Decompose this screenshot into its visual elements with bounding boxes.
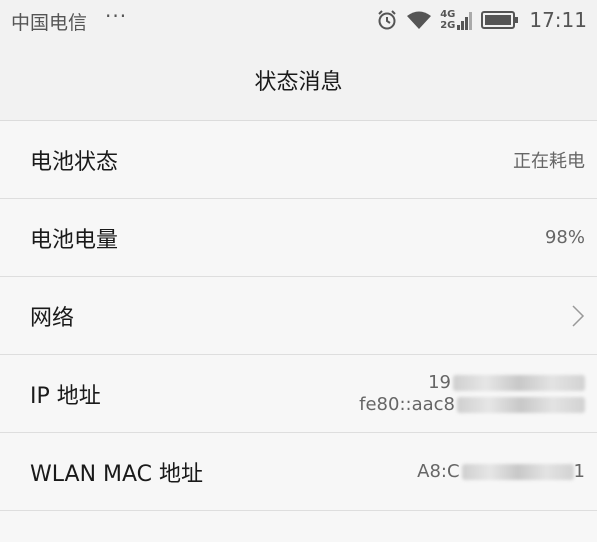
- clock: 17:11: [529, 8, 587, 32]
- row-battery-status: 电池状态 正在耗电: [0, 121, 597, 199]
- redacted-blur: [461, 464, 574, 480]
- ipv4-address-prefix: 19: [428, 371, 451, 393]
- battery-level-value: 98%: [544, 227, 585, 248]
- redacted-blur: [457, 396, 585, 413]
- network-type-2g: 2G: [440, 20, 456, 31]
- redacted-blur: [453, 374, 585, 391]
- wifi-icon: [407, 11, 432, 29]
- ip-address-label: IP 地址: [30, 383, 101, 409]
- battery-status-value: 正在耗电: [513, 150, 585, 172]
- header: 状态消息: [0, 40, 597, 121]
- battery-level-label: 电池电量: [30, 227, 119, 253]
- ip-address-value: 19 fe80::aac8: [359, 372, 585, 416]
- status-list: 电池状态 正在耗电 电池电量 98% 网络 IP 地址 19 fe80::aac…: [0, 121, 597, 511]
- network-label: 网络: [30, 305, 75, 331]
- cellular-signal-icon: 4G 2G: [440, 9, 473, 31]
- row-wlan-mac: WLAN MAC 地址 A8:C 1: [0, 433, 597, 511]
- row-ip-address: IP 地址 19 fe80::aac8: [0, 355, 597, 433]
- status-bar: 中国电信 ··· 4G 2G 17:11: [0, 0, 597, 40]
- ipv6-address-prefix: fe80::aac8: [359, 393, 455, 415]
- battery-icon: [481, 11, 519, 29]
- ipv4-line: 19: [428, 372, 585, 394]
- carrier-name: 中国电信: [11, 12, 88, 34]
- wlan-mac-prefix: A8:C: [417, 461, 460, 482]
- network-type-4g: 4G: [440, 9, 456, 20]
- wlan-mac-label: WLAN MAC 地址: [30, 461, 204, 487]
- more-notifications-icon: ···: [105, 4, 128, 28]
- row-network[interactable]: 网络: [0, 277, 597, 355]
- row-battery-level: 电池电量 98%: [0, 199, 597, 277]
- wlan-mac-suffix: 1: [573, 461, 585, 482]
- wlan-mac-value: A8:C 1: [417, 461, 585, 482]
- battery-status-label: 电池状态: [30, 149, 119, 175]
- ipv6-line: fe80::aac8: [359, 394, 585, 416]
- chevron-right-icon: [572, 304, 585, 327]
- alarm-icon: [378, 10, 396, 30]
- page-title: 状态消息: [254, 70, 343, 95]
